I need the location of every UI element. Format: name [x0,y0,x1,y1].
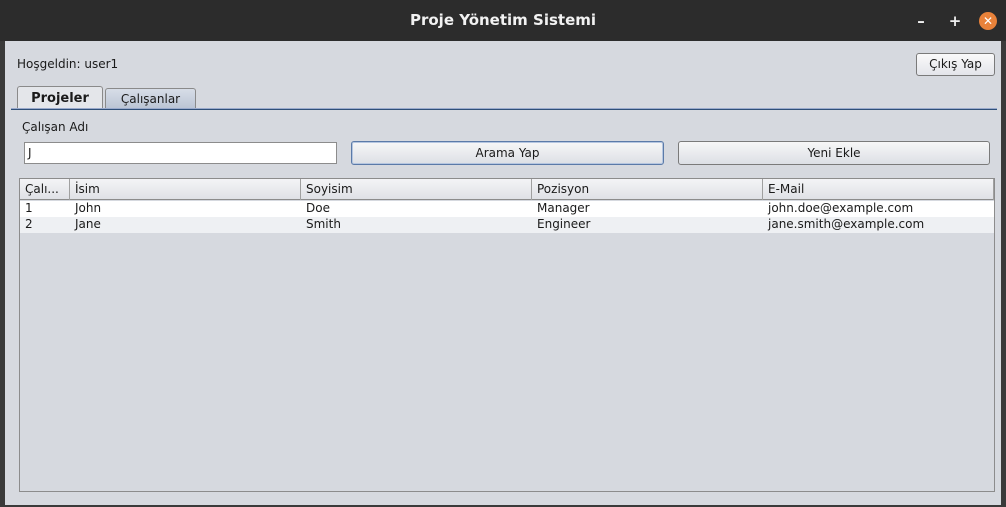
welcome-label: Hoşgeldin: user1 [17,57,119,71]
search-button[interactable]: Arama Yap [351,141,664,165]
cell-surname: Smith [306,217,341,231]
tab-employees[interactable]: Çalışanlar [105,88,196,110]
column-header-name[interactable]: İsim [70,179,301,200]
column-header-id[interactable]: Çalı... [20,179,70,200]
cell-position: Engineer [537,217,591,231]
add-new-button[interactable]: Yeni Ekle [678,141,990,165]
main-panel: Hoşgeldin: user1 Çıkış Yap Projeler Çalı… [5,41,1001,505]
cell-email: jane.smith@example.com [768,217,925,231]
cell-name: John [75,201,102,215]
column-header-surname[interactable]: Soyisim [301,179,532,200]
column-header-position[interactable]: Pozisyon [532,179,763,200]
table-row[interactable]: 2 Jane Smith Engineer jane.smith@example… [20,217,994,233]
column-header-email[interactable]: E-Mail [763,179,994,200]
cell-surname: Doe [306,201,330,215]
cell-id: 1 [25,201,33,215]
cell-name: Jane [75,217,101,231]
employee-name-input[interactable]: J [24,142,337,164]
employees-table[interactable]: Çalı... İsim Soyisim Pozisyon E-Mail 1 J… [19,178,995,492]
close-icon[interactable]: ✕ [979,12,997,30]
window-title: Proje Yönetim Sistemi [409,11,597,29]
cell-email: john.doe@example.com [768,201,914,215]
logout-button[interactable]: Çıkış Yap [916,53,995,76]
cell-id: 2 [25,217,33,231]
table-row[interactable]: 1 John Doe Manager john.doe@example.com [20,201,994,217]
window-titlebar: Proje Yönetim Sistemi – + ✕ [0,0,1006,41]
maximize-icon[interactable]: + [945,11,965,31]
tab-projects[interactable]: Projeler [17,86,103,110]
table-header: Çalı... İsim Soyisim Pozisyon E-Mail [20,179,994,200]
tab-divider [11,108,997,110]
minimize-icon[interactable]: – [911,11,931,31]
cell-position: Manager [537,201,590,215]
employee-name-label: Çalışan Adı [22,120,89,134]
window-border-right [1001,41,1006,507]
